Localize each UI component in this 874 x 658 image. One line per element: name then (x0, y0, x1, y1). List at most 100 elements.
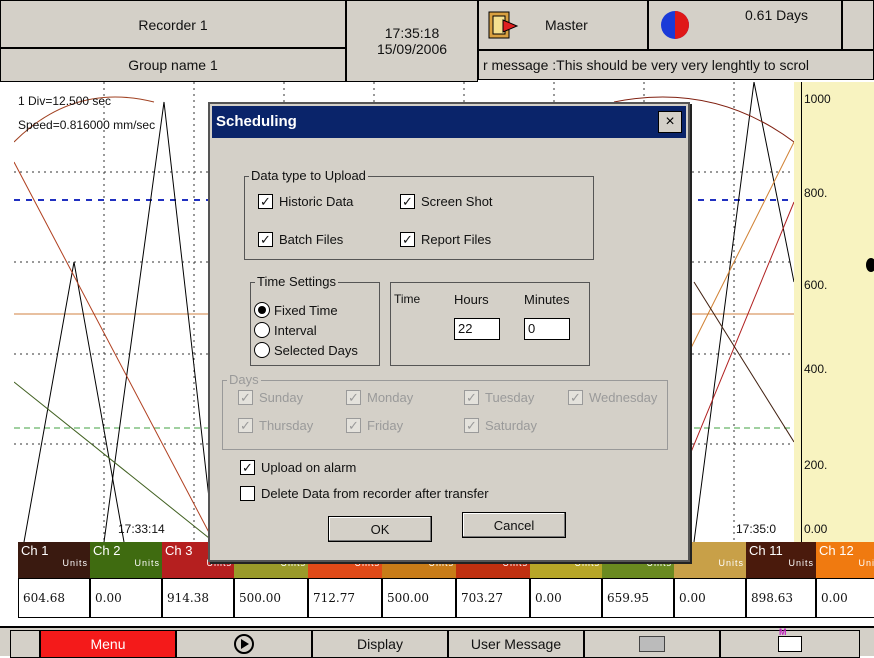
days-label: Days (227, 372, 261, 388)
radio-icon (254, 342, 270, 358)
check-icon: ✓ (464, 418, 479, 433)
clock-date: 15/09/2006 (376, 41, 448, 57)
selected-days-radio[interactable]: Selected Days (254, 342, 358, 358)
memory-pie-icon (659, 9, 691, 41)
message-ticker: r message :This should be very very leng… (478, 50, 874, 80)
time-label: Time (394, 292, 421, 306)
play-icon (234, 634, 254, 654)
channel-value: 0.00 (90, 578, 162, 618)
historic-data-checkbox[interactable]: ✓ Historic Data (258, 194, 353, 209)
upload-on-alarm-checkbox[interactable]: ✓ Upload on alarm (240, 460, 356, 475)
saturday-checkbox[interactable]: ✓ Saturday (464, 418, 537, 433)
report-files-checkbox[interactable]: ✓ Report Files (400, 232, 491, 247)
report-files-label: Report Files (421, 232, 492, 247)
batch-files-checkbox[interactable]: ✓ Batch Files (258, 232, 343, 247)
ok-button[interactable]: OK (328, 516, 432, 542)
channel-units: Units (62, 558, 88, 568)
email-icon: M (778, 627, 802, 652)
hours-input[interactable]: 22 (454, 318, 500, 340)
check-icon: ✓ (346, 390, 361, 405)
channel-header[interactable]: Ch 2 Units (90, 542, 162, 578)
check-icon: ✓ (400, 232, 415, 247)
minutes-label: Minutes (524, 292, 570, 307)
user-cell[interactable]: Master (478, 0, 648, 50)
scale-label: 800. (804, 186, 828, 200)
channel-units: Units (788, 558, 814, 568)
channel-value: 500.00 (382, 578, 456, 618)
camera-button[interactable] (584, 630, 720, 658)
channel-units: Units (858, 558, 874, 568)
scale-label: 200. (804, 458, 828, 472)
batch-files-label: Batch Files (279, 232, 344, 247)
menu-button[interactable]: Menu (40, 630, 176, 658)
scale-label: 600. (804, 278, 828, 292)
sunday-label: Sunday (259, 390, 304, 405)
status-cell: 0.61 Days (648, 0, 842, 50)
fixed-time-radio[interactable]: Fixed Time (254, 302, 338, 318)
scale-label: 400. (804, 362, 828, 376)
data-type-label: Data type to Upload (249, 168, 368, 184)
upload-on-alarm-label: Upload on alarm (261, 460, 357, 475)
saturday-label: Saturday (485, 418, 538, 433)
screenshot-label: Screen Shot (421, 194, 493, 209)
scale-label: 1000 (804, 92, 831, 106)
close-button[interactable]: × (658, 111, 682, 133)
dialog-title: Scheduling (216, 113, 297, 130)
speed-label: Speed=0.816000 mm/sec (18, 118, 156, 132)
delete-data-checkbox[interactable]: Delete Data from recorder after transfer (240, 486, 489, 501)
pen-marker-icon (866, 258, 874, 272)
thursday-checkbox[interactable]: ✓ Thursday (238, 418, 313, 433)
fixed-time-label: Fixed Time (274, 302, 338, 318)
monday-label: Monday (367, 390, 414, 405)
channel-header[interactable]: Ch 11 Units (746, 542, 816, 578)
display-button[interactable]: Display (312, 630, 448, 658)
header-spare (842, 0, 874, 50)
friday-checkbox[interactable]: ✓ Friday (346, 418, 403, 433)
time-settings-label: Time Settings (255, 274, 338, 290)
interval-label: Interval (274, 322, 317, 338)
recorder-name: Recorder 1 (0, 0, 346, 48)
clock-time: 17:35:18 (384, 25, 440, 41)
user-name: Master (545, 17, 588, 33)
button-bar: Menu Display User Message M (0, 626, 874, 658)
check-icon: ✓ (464, 390, 479, 405)
channel-value: 0.00 (816, 578, 874, 618)
channel-value: 659.95 (602, 578, 674, 618)
monday-checkbox[interactable]: ✓ Monday (346, 390, 413, 405)
radio-selected-icon (254, 302, 270, 318)
tuesday-checkbox[interactable]: ✓ Tuesday (464, 390, 534, 405)
camera-icon (639, 636, 665, 652)
cancel-button[interactable]: Cancel (462, 512, 566, 538)
channel-value: 703.27 (456, 578, 530, 618)
check-icon: ✓ (240, 460, 255, 475)
clock: 17:35:18 15/09/2006 (346, 0, 478, 82)
play-button[interactable] (176, 630, 312, 658)
check-icon: ✓ (568, 390, 583, 405)
scale-label: 0.00 (804, 522, 828, 536)
days-remaining: 0.61 Days (745, 7, 809, 23)
wednesday-checkbox[interactable]: ✓ Wednesday (568, 390, 657, 405)
time-left-label: 17:33:14 (118, 522, 165, 536)
email-button[interactable]: M (720, 627, 860, 658)
check-icon: ✓ (238, 418, 253, 433)
delete-data-label: Delete Data from recorder after transfer (261, 486, 489, 501)
channel-units: Units (134, 558, 160, 568)
sunday-checkbox[interactable]: ✓ Sunday (238, 390, 303, 405)
scale-bar: 1000 800. 600. 400. 200. 0.00 (794, 82, 874, 542)
screenshot-checkbox[interactable]: ✓ Screen Shot (400, 194, 493, 209)
user-message-button[interactable]: User Message (448, 630, 584, 658)
channel-value: 604.68 (18, 578, 90, 618)
interval-radio[interactable]: Interval (254, 322, 317, 338)
channel-header[interactable]: Ch 12Units (816, 542, 874, 578)
friday-label: Friday (367, 418, 404, 433)
dialog-titlebar[interactable]: Scheduling × (212, 106, 686, 138)
check-icon: ✓ (258, 232, 273, 247)
checkbox-empty-icon (240, 486, 255, 501)
wednesday-label: Wednesday (589, 390, 658, 405)
historic-data-label: Historic Data (279, 194, 354, 209)
check-icon: ✓ (238, 390, 253, 405)
channel-header[interactable]: Ch 1 Units (18, 542, 90, 578)
minutes-input[interactable]: 0 (524, 318, 570, 340)
channel-value: 898.63 (746, 578, 816, 618)
data-type-group: Data type to Upload (244, 168, 594, 260)
